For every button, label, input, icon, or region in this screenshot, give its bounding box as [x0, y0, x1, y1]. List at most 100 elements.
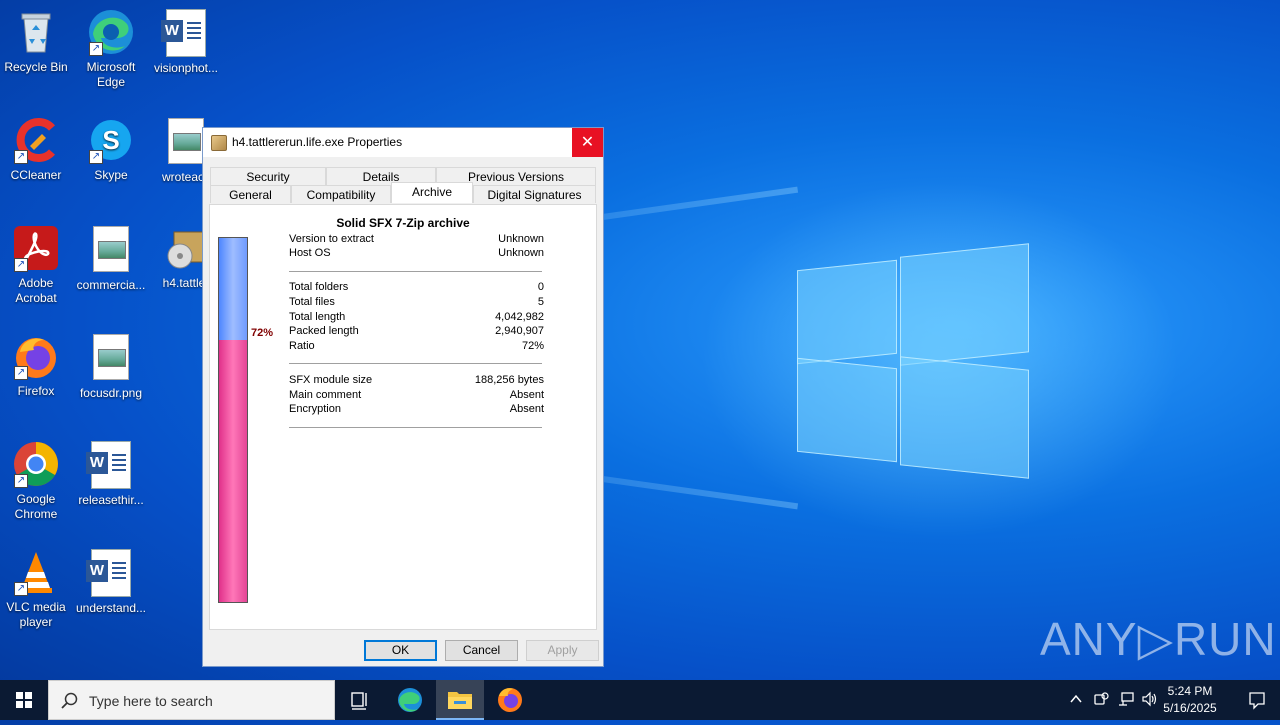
anyrun-watermark: ANY▷RUN: [1040, 613, 1277, 665]
prop-key: SFX module size: [289, 374, 373, 386]
edge-icon: ↗: [87, 8, 135, 56]
taskbar: Type here to search 5:24 PM 5/16/2025: [0, 680, 1280, 720]
word-document-icon: W: [86, 441, 135, 489]
network-icon[interactable]: [1117, 691, 1135, 707]
prop-encryption: Encryption Absent: [289, 403, 544, 418]
system-tray: 5:24 PM 5/16/2025: [1065, 680, 1280, 720]
desktop-icon-ccleaner[interactable]: ↗ CCleaner: [0, 116, 72, 183]
prop-value: 2,940,907: [495, 325, 544, 337]
vlc-icon: ↗: [12, 548, 60, 596]
clock-date: 5/16/2025: [1163, 701, 1217, 715]
close-button[interactable]: ✕: [572, 128, 603, 157]
prop-key: Host OS: [289, 247, 331, 259]
dialog-title: h4.tattlererun.life.exe Properties: [232, 135, 403, 149]
notifications-icon[interactable]: [1247, 690, 1267, 710]
taskbar-search-box[interactable]: Type here to search: [48, 680, 335, 720]
prop-main-comment: Main comment Absent: [289, 389, 544, 404]
file-explorer-icon: [448, 692, 472, 709]
dialog-titlebar[interactable]: h4.tattlererun.life.exe Properties ✕: [203, 128, 603, 157]
image-file-icon: [87, 226, 135, 274]
prop-sfx-module-size: SFX module size 188,256 bytes: [289, 374, 544, 389]
icon-label: Recycle Bin: [4, 60, 68, 74]
desktop-icon-firefox[interactable]: ↗ Firefox: [0, 332, 72, 399]
tab-compatibility[interactable]: Compatibility: [291, 185, 391, 203]
separator: [289, 427, 542, 429]
icon-label: commercia...: [76, 278, 146, 292]
start-button[interactable]: [0, 680, 48, 720]
tab-digital-signatures[interactable]: Digital Signatures: [473, 185, 596, 203]
prop-total-length: Total length 4,042,982: [289, 311, 544, 326]
taskbar-clock[interactable]: 5:24 PM 5/16/2025: [1155, 683, 1225, 717]
icon-label: Firefox: [17, 384, 55, 398]
prop-key: Version to extract: [289, 233, 374, 245]
icon-label: Microsoft Edge: [86, 60, 136, 89]
apply-button[interactable]: Apply: [526, 640, 599, 661]
shortcut-arrow-icon: ↗: [14, 582, 28, 596]
icon-label: visionphot...: [153, 61, 219, 75]
windows-logo-pane: [900, 356, 1029, 479]
meet-now-icon[interactable]: [1093, 691, 1109, 707]
ratio-bar-remaining: [219, 238, 247, 340]
search-icon: [61, 692, 78, 709]
separator: [289, 363, 542, 365]
prop-key: Total length: [289, 311, 346, 323]
prop-version-to-extract: Version to extract Unknown: [289, 233, 544, 248]
shortcut-arrow-icon: ↗: [14, 474, 28, 488]
desktop-icon-edge[interactable]: ↗ Microsoft Edge: [75, 8, 147, 90]
word-document-icon: W: [161, 9, 210, 57]
icon-label: Skype: [94, 168, 128, 182]
desktop-icon-understand[interactable]: W understand...: [75, 548, 147, 616]
icon-label: releasethir...: [78, 493, 144, 507]
prop-value: 0: [537, 281, 544, 293]
svg-text:S: S: [102, 125, 119, 155]
desktop-icon-visionphot[interactable]: W visionphot...: [150, 8, 222, 76]
archive-file-icon: [211, 135, 227, 151]
ok-button[interactable]: OK: [364, 640, 437, 661]
prop-total-files: Total files 5: [289, 296, 544, 311]
word-document-icon: W: [86, 549, 135, 597]
shortcut-arrow-icon: ↗: [14, 366, 28, 380]
windows-logo-pane: [900, 243, 1029, 366]
desktop-icon-google-chrome[interactable]: ↗ Google Chrome: [0, 440, 72, 522]
recycle-bin-icon: [12, 8, 60, 56]
prop-host-os: Host OS Unknown: [289, 247, 544, 262]
icon-label: CCleaner: [10, 168, 62, 182]
adobe-acrobat-icon: ↗: [12, 224, 60, 272]
taskbar-edge[interactable]: [386, 680, 434, 720]
firefox-icon: [498, 688, 522, 712]
desktop-icon-releasethir[interactable]: W releasethir...: [75, 440, 147, 508]
taskbar-file-explorer[interactable]: [436, 680, 484, 720]
tab-general[interactable]: General: [210, 185, 291, 203]
windows-start-icon: [16, 692, 32, 708]
tab-security[interactable]: Security: [210, 167, 326, 185]
task-view-button[interactable]: [336, 680, 384, 720]
archive-type-heading: Solid SFX 7-Zip archive: [336, 216, 470, 230]
prop-ratio: Ratio 72%: [289, 340, 544, 355]
clock-time: 5:24 PM: [1167, 684, 1213, 698]
desktop-icon-commercia[interactable]: commercia...: [75, 224, 147, 293]
prop-value: 4,042,982: [495, 311, 544, 323]
desktop-icon-skype[interactable]: S ↗ Skype: [75, 116, 147, 183]
windows-logo-pane: [797, 259, 897, 365]
taskbar-firefox[interactable]: [486, 680, 534, 720]
prop-value: Absent: [509, 403, 544, 415]
task-view-icon: [351, 692, 367, 710]
tab-archive[interactable]: Archive: [391, 182, 473, 203]
properties-dialog: h4.tattlererun.life.exe Properties ✕ Sec…: [202, 127, 604, 667]
prop-value: Absent: [509, 389, 544, 401]
archive-tab-panel: Solid SFX 7-Zip archive 72% Version to e…: [209, 204, 597, 630]
desktop-icon-recycle-bin[interactable]: Recycle Bin: [0, 8, 72, 75]
prop-value: 188,256 bytes: [474, 374, 544, 386]
prop-key: Encryption: [289, 403, 341, 415]
desktop-icon-vlc[interactable]: ↗ VLC media player: [0, 548, 72, 630]
prop-key: Ratio: [289, 340, 315, 352]
desktop-icon-adobe-acrobat[interactable]: ↗ Adobe Acrobat: [0, 224, 72, 306]
desktop-icon-focusdr[interactable]: focusdr.png: [75, 332, 147, 401]
ratio-bar-label: 72%: [251, 327, 274, 339]
prop-value: Unknown: [498, 233, 544, 245]
prop-packed-length: Packed length 2,940,907: [289, 325, 544, 340]
shortcut-arrow-icon: ↗: [89, 42, 103, 56]
cancel-button[interactable]: Cancel: [445, 640, 518, 661]
prop-key: Main comment: [289, 389, 362, 401]
chevron-up-icon[interactable]: [1069, 692, 1083, 706]
